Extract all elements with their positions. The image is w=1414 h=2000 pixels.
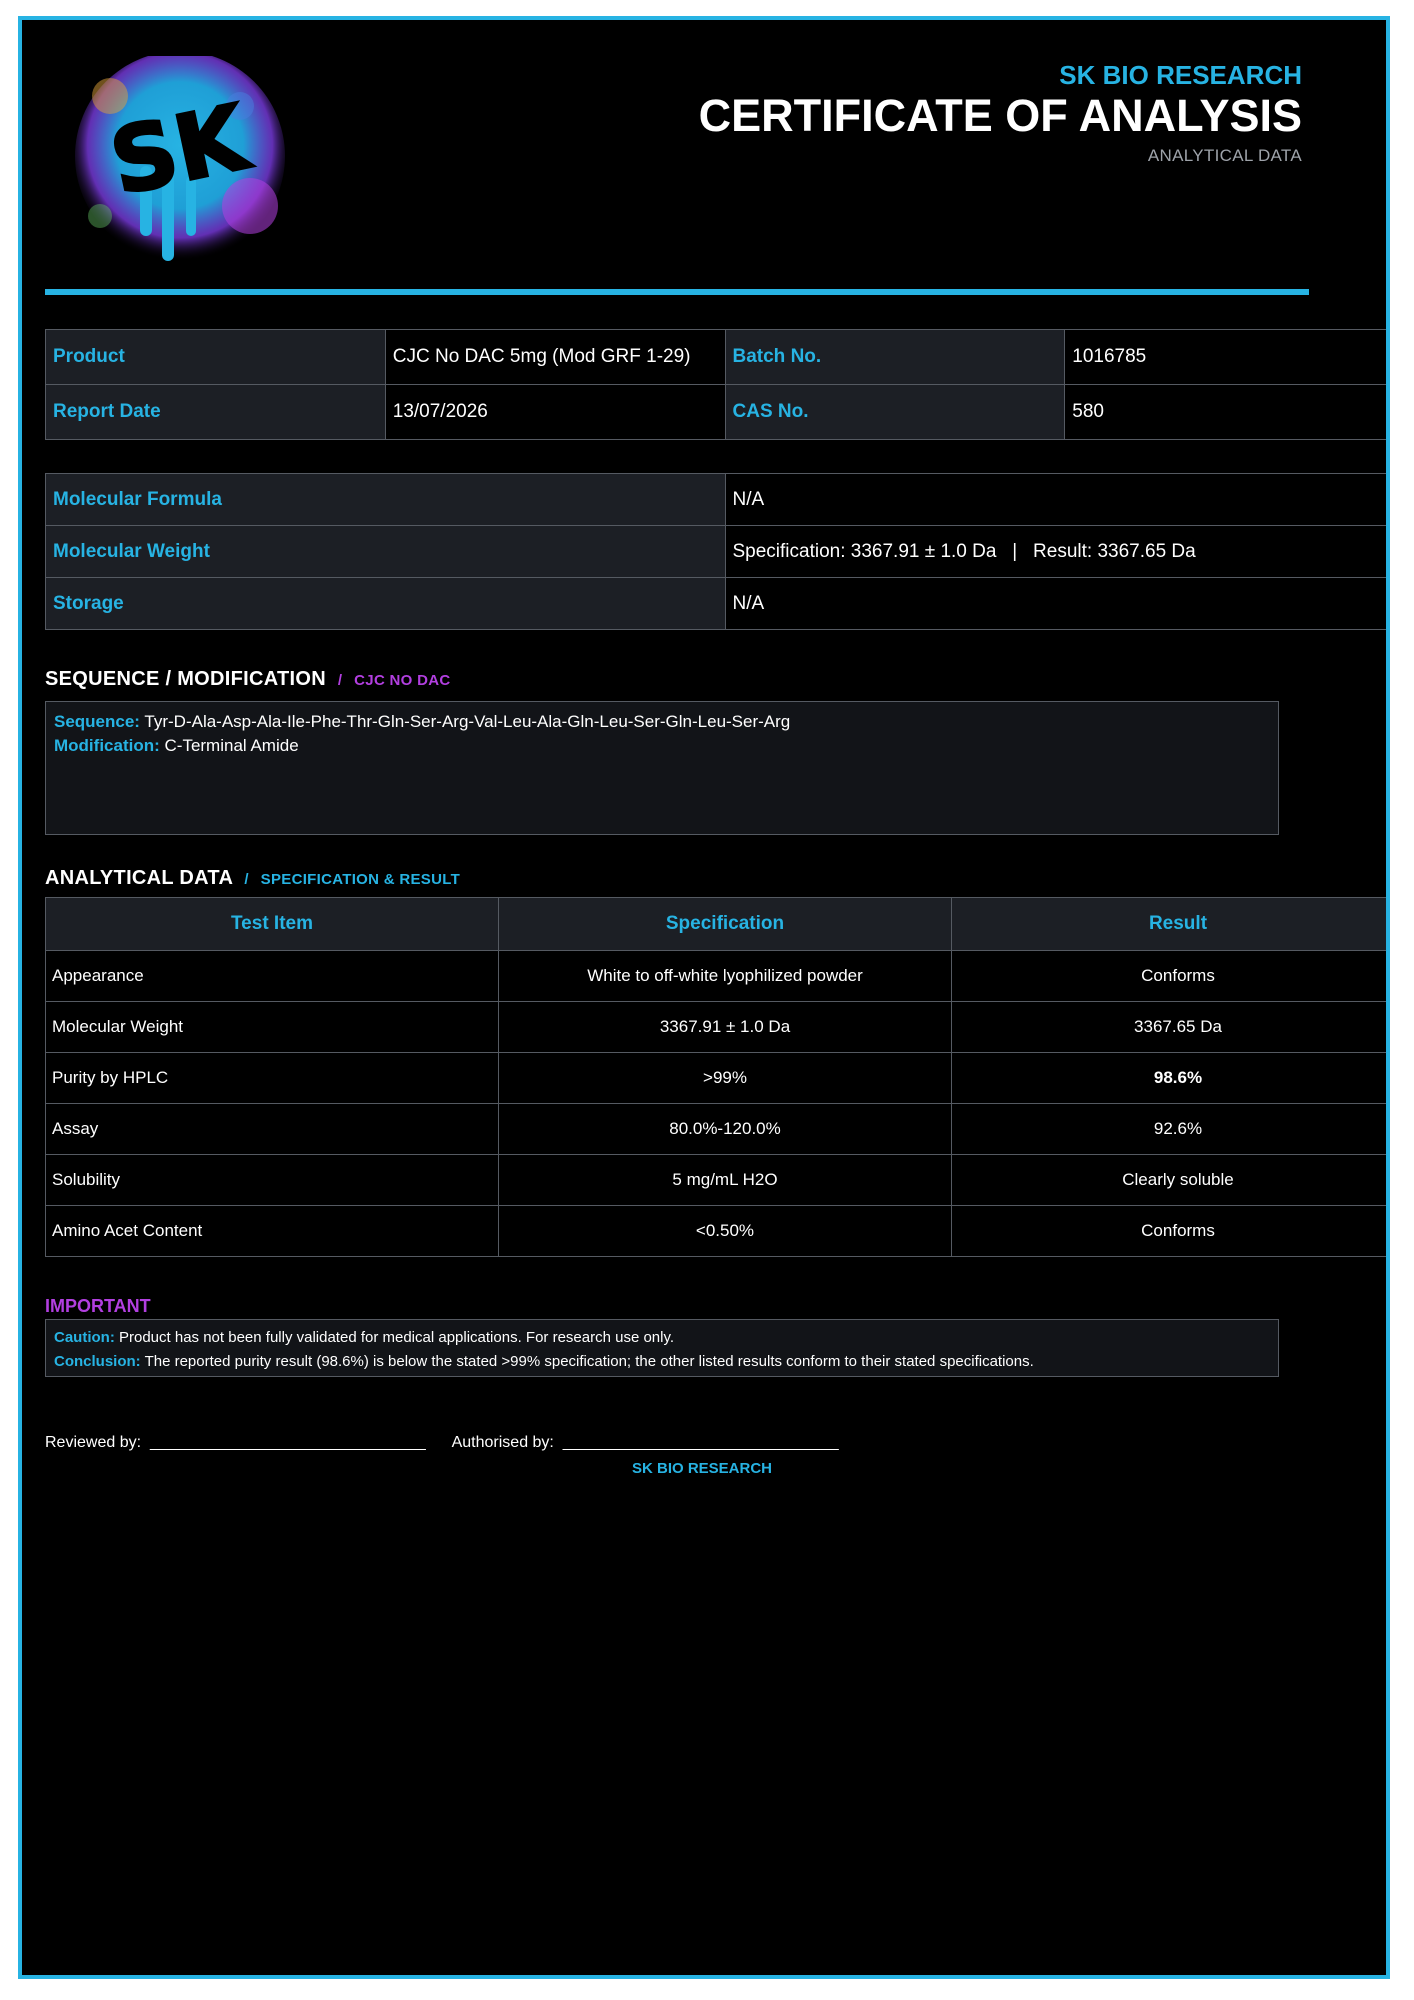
analytical-heading-text: ANALYTICAL DATA [45, 867, 233, 889]
table-row: Amino Acet Content <0.50% Conforms [45, 1205, 1386, 1257]
column-header: Test Item [45, 897, 499, 951]
test-item: Purity by HPLC [45, 1052, 499, 1104]
cas-label: CAS No. [724, 384, 1066, 440]
column-header: Result [951, 897, 1386, 951]
sequence-heading-text: SEQUENCE / MODIFICATION [45, 668, 326, 690]
table-row: Molecular Formula N/A [45, 473, 1386, 526]
important-box: Caution: Product has not been fully vali… [45, 1319, 1279, 1377]
modification-value: C-Terminal Amide [164, 736, 299, 755]
table-row: Molecular Weight Specification: 3367.91 … [45, 525, 1386, 578]
table-row: Assay 80.0%-120.0% 92.6% [45, 1103, 1386, 1155]
certificate-page: SK SK BIO RESEARCH CERTIFICATE OF ANALYS… [18, 16, 1390, 1979]
analytical-heading: ANALYTICAL DATA / SPECIFICATION & RESULT [45, 867, 460, 890]
property-value: Specification: 3367.91 ± 1.0 Da | Result… [724, 525, 1386, 578]
test-item: Solubility [45, 1154, 499, 1206]
caution-label: Caution: [54, 1329, 115, 1346]
header: SK BIO RESEARCH CERTIFICATE OF ANALYSIS … [699, 60, 1302, 170]
table-row: Molecular Weight 3367.91 ± 1.0 Da 3367.6… [45, 1001, 1386, 1053]
table-row: Report Date 13/07/2026 CAS No. 580 [45, 384, 1386, 440]
reviewed-line: _______________________________ [149, 1434, 426, 1451]
sk-logo-icon: SK [75, 56, 285, 261]
test-spec: <0.50% [498, 1205, 952, 1257]
property-label: Storage [45, 577, 726, 630]
sequence-value: Tyr-D-Ala-Asp-Ala-Ile-Phe-Thr-Gln-Ser-Ar… [144, 712, 791, 731]
analytical-table: Test Item Specification Result Appearanc… [45, 897, 1386, 1257]
authorised-label: Authorised by: [451, 1434, 554, 1451]
product-value: CJC No DAC 5mg (Mod GRF 1-29) [384, 329, 726, 385]
table-row: Appearance White to off-white lyophilize… [45, 950, 1386, 1002]
test-spec: >99% [498, 1052, 952, 1104]
page-subtitle: ANALYTICAL DATA [1147, 146, 1302, 165]
properties-table: Molecular Formula N/A Molecular Weight S… [45, 473, 1386, 630]
report-date-label: Report Date [45, 384, 386, 440]
test-result: 92.6% [951, 1103, 1386, 1155]
test-spec: 80.0%-120.0% [498, 1103, 952, 1155]
test-item: Appearance [45, 950, 499, 1002]
test-result-highlight: 98.6% [951, 1052, 1386, 1104]
conclusion-label: Conclusion: [54, 1353, 141, 1370]
test-item: Molecular Weight [45, 1001, 499, 1053]
property-label: Molecular Weight [45, 525, 726, 578]
product-label: Product [45, 329, 386, 385]
test-item: Assay [45, 1103, 499, 1155]
sequence-box: Sequence: Tyr-D-Ala-Asp-Ala-Ile-Phe-Thr-… [45, 701, 1279, 835]
modification-label: Modification: [54, 736, 160, 755]
sequence-heading-sep: / [337, 672, 343, 689]
table-row: Solubility 5 mg/mL H2O Clearly soluble [45, 1154, 1386, 1206]
test-result: Conforms [951, 950, 1386, 1002]
batch-label: Batch No. [724, 329, 1066, 385]
header-divider [45, 289, 1309, 295]
sequence-label: Sequence: [54, 712, 140, 731]
authorised-line: _______________________________ [562, 1434, 839, 1451]
table-row: Purity by HPLC >99% 98.6% [45, 1052, 1386, 1104]
cas-value: 580 [1064, 384, 1386, 440]
column-header: Specification [498, 897, 952, 951]
table-row: Product CJC No DAC 5mg (Mod GRF 1-29) Ba… [45, 329, 1386, 385]
signature-company: SK BIO RESEARCH [632, 1460, 773, 1477]
product-info-table: Product CJC No DAC 5mg (Mod GRF 1-29) Ba… [45, 329, 1386, 440]
report-date-value: 13/07/2026 [384, 384, 726, 440]
caution-text: Product has not been fully validated for… [119, 1329, 675, 1346]
brand-name: SK BIO RESEARCH [1059, 60, 1302, 90]
reviewed-label: Reviewed by: [45, 1434, 142, 1451]
analytical-heading-sep: / [244, 871, 249, 888]
property-label: Molecular Formula [45, 473, 726, 526]
test-result: Conforms [951, 1205, 1386, 1257]
table-row: Storage N/A [45, 577, 1386, 630]
test-spec: 3367.91 ± 1.0 Da [498, 1001, 952, 1053]
test-item: Amino Acet Content [45, 1205, 499, 1257]
test-spec: White to off-white lyophilized powder [498, 950, 952, 1002]
test-result: Clearly soluble [951, 1154, 1386, 1206]
property-value: N/A [724, 577, 1386, 630]
sequence-heading: SEQUENCE / MODIFICATION / CJC NO DAC [45, 668, 451, 691]
signature-line: Reviewed by: ___________________________… [45, 1434, 839, 1452]
test-result: 3367.65 Da [951, 1001, 1386, 1053]
conclusion-text: The reported purity result (98.6%) is be… [144, 1353, 1034, 1370]
sequence-heading-tag: CJC NO DAC [354, 672, 451, 689]
page-title: CERTIFICATE OF ANALYSIS [698, 90, 1302, 141]
batch-value: 1016785 [1064, 329, 1386, 385]
table-header-row: Test Item Specification Result [45, 897, 1386, 951]
property-value: N/A [724, 473, 1386, 526]
analytical-heading-tag: SPECIFICATION & RESULT [260, 871, 461, 888]
test-spec: 5 mg/mL H2O [498, 1154, 952, 1206]
important-heading: IMPORTANT [45, 1296, 151, 1316]
